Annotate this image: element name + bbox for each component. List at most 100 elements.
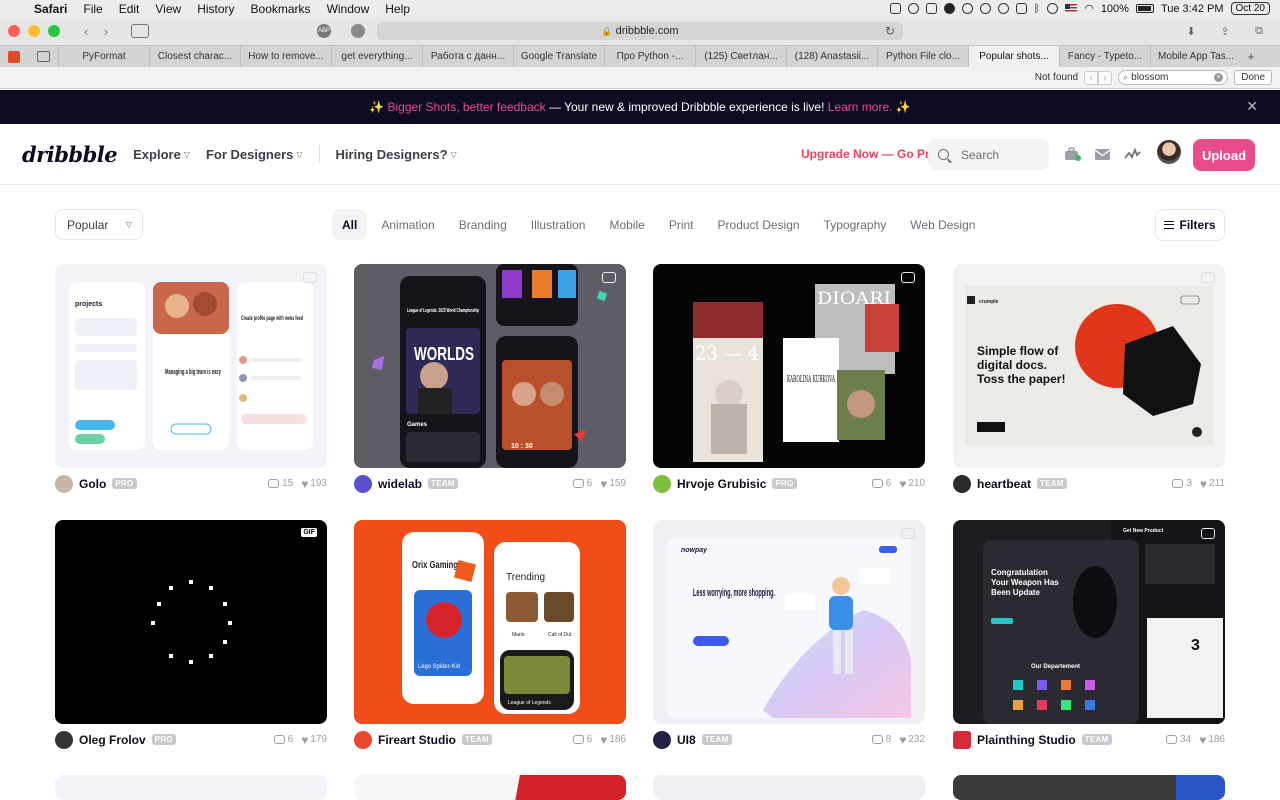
browser-tab[interactable]: Mobile App Tas...	[1150, 46, 1241, 67]
author-avatar[interactable]	[354, 474, 372, 493]
menu-edit[interactable]: Edit	[111, 2, 148, 16]
shot-thumbnail[interactable]	[354, 775, 626, 800]
sort-select[interactable]: Popular ▽	[55, 209, 143, 240]
shot-card[interactable]: crumple Simple flow of digital docs. Tos…	[953, 264, 1225, 499]
wifi-icon[interactable]: ◠	[1084, 2, 1094, 15]
find-clear-icon[interactable]: ×	[1214, 73, 1224, 82]
shot-card[interactable]: GIF Oleg Frolov PRO 6 ♥ 179	[55, 520, 327, 755]
status-app-icon[interactable]	[889, 3, 901, 14]
heart-icon[interactable]: ♥	[1199, 733, 1206, 747]
status-sync-icon[interactable]	[907, 3, 919, 14]
mail-icon[interactable]	[1094, 147, 1111, 161]
status-display-icon[interactable]	[1015, 3, 1027, 14]
menu-view[interactable]: View	[147, 2, 189, 16]
browser-tab[interactable]: Python File clo...	[877, 46, 968, 67]
window-close-button[interactable]	[8, 25, 20, 37]
shot-thumbnail[interactable]: crumple Simple flow of digital docs. Tos…	[953, 264, 1225, 468]
find-input[interactable]: ⌕ blossom ×	[1118, 70, 1229, 85]
browser-tab[interactable]: PyFormat	[58, 46, 149, 67]
reload-icon[interactable]: ↻	[885, 24, 895, 38]
author-avatar[interactable]	[653, 474, 671, 493]
shot-thumbnail[interactable]	[653, 775, 925, 800]
find-done-button[interactable]: Done	[1234, 70, 1272, 85]
browser-tab[interactable]: Про Python -...	[604, 46, 695, 67]
shot-card[interactable]	[953, 775, 1225, 800]
activity-icon[interactable]	[1124, 147, 1141, 161]
back-button[interactable]: ‹	[76, 22, 96, 40]
search-input[interactable]: Search	[928, 139, 1049, 170]
category-animation[interactable]: Animation	[371, 209, 444, 240]
find-next-button[interactable]: ›	[1098, 70, 1113, 85]
heart-icon[interactable]: ♥	[600, 733, 607, 747]
shot-thumbnail[interactable]: GIF	[55, 520, 327, 724]
banner-close-icon[interactable]: ✕	[1246, 98, 1258, 115]
user-avatar[interactable]	[1157, 140, 1181, 164]
banner-learn-more-link[interactable]: Learn more.	[828, 100, 893, 114]
grammarly-extension-button[interactable]	[347, 22, 369, 40]
author-avatar[interactable]	[55, 730, 73, 749]
category-typography[interactable]: Typography	[814, 209, 897, 240]
pinned-tab-icon[interactable]	[8, 50, 21, 63]
shot-card[interactable]	[354, 775, 626, 800]
browser-tab-active[interactable]: Popular shots...	[968, 46, 1059, 67]
category-branding[interactable]: Branding	[449, 209, 517, 240]
shot-card[interactable]: League of Legends: 2020 World Championsh…	[354, 264, 626, 499]
nav-for-designers[interactable]: For Designers ▽	[206, 147, 303, 162]
heart-icon[interactable]: ♥	[899, 733, 906, 747]
forward-button[interactable]: ›	[96, 22, 116, 40]
status-telegram-icon[interactable]	[943, 3, 955, 14]
menubar-clock[interactable]: Tue 3:42 PM	[1161, 3, 1224, 15]
shot-card[interactable]: nowpay Less worrying, more shopping. UI8…	[653, 520, 925, 755]
author-name[interactable]: Oleg Frolov	[79, 733, 146, 747]
reading-list-icon[interactable]	[36, 51, 50, 62]
briefcase-icon[interactable]	[1064, 147, 1081, 161]
heart-icon[interactable]: ♥	[1200, 477, 1207, 491]
category-web-design[interactable]: Web Design	[900, 209, 985, 240]
shot-thumbnail[interactable]: nowpay Less worrying, more shopping.	[653, 520, 925, 724]
find-previous-button[interactable]: ‹	[1084, 70, 1099, 85]
author-name[interactable]: heartbeat	[977, 477, 1031, 491]
heart-icon[interactable]: ♥	[600, 477, 607, 491]
date-badge[interactable]: Oct 20	[1230, 2, 1270, 15]
menu-file[interactable]: File	[75, 2, 110, 16]
category-mobile[interactable]: Mobile	[599, 209, 654, 240]
bluetooth-icon[interactable]: ᛒ	[1034, 3, 1041, 15]
author-avatar[interactable]	[953, 730, 971, 749]
browser-tab[interactable]: get everything...	[331, 46, 422, 67]
address-bar[interactable]: 🔒 dribbble.com ↻	[377, 22, 903, 40]
category-product-design[interactable]: Product Design	[708, 209, 810, 240]
nav-hiring-designers[interactable]: Hiring Designers? ▽	[336, 147, 457, 162]
menu-history[interactable]: History	[189, 2, 242, 16]
author-name[interactable]: Plainthing Studio	[977, 733, 1076, 747]
browser-tab[interactable]: (128) Anastasii...	[786, 46, 877, 67]
shot-thumbnail[interactable]: projects Managing a big team is easy Cre…	[55, 264, 327, 468]
upgrade-pro-link[interactable]: Upgrade Now — Go Pro	[801, 147, 937, 161]
shot-card[interactable]: 23 — 4 DIOARI KAROLINA KURKOVA Hrvoje Gr…	[653, 264, 925, 499]
shot-card[interactable]	[55, 775, 327, 800]
shot-thumbnail[interactable]: Get New Product 3 Congratulation Your We…	[953, 520, 1225, 724]
time-machine-icon[interactable]	[1047, 3, 1059, 14]
menu-help[interactable]: Help	[377, 2, 418, 16]
browser-tab[interactable]: Работа с данн...	[422, 46, 513, 67]
adblock-extension-button[interactable]: ABP	[313, 22, 335, 40]
browser-tab[interactable]: Google Translate	[513, 46, 604, 67]
window-zoom-button[interactable]	[48, 25, 60, 37]
shot-thumbnail[interactable]	[55, 775, 327, 800]
shot-card[interactable]: projects Managing a big team is easy Cre…	[55, 264, 327, 499]
heart-icon[interactable]: ♥	[301, 477, 308, 491]
shot-thumbnail[interactable]	[953, 775, 1225, 800]
author-name[interactable]: Fireart Studio	[378, 733, 456, 747]
status-pixel-icon[interactable]	[961, 3, 973, 14]
browser-tab[interactable]: Closest charac...	[149, 46, 240, 67]
browser-tab[interactable]: Fancy - Typeto...	[1059, 46, 1150, 67]
author-name[interactable]: widelab	[378, 477, 422, 491]
menu-window[interactable]: Window	[319, 2, 378, 16]
new-tab-button[interactable]: +	[1241, 49, 1261, 64]
category-print[interactable]: Print	[659, 209, 704, 240]
category-all[interactable]: All	[332, 209, 368, 240]
nav-explore[interactable]: Explore ▽	[133, 147, 190, 162]
heart-icon[interactable]: ♥	[899, 477, 906, 491]
author-avatar[interactable]	[653, 730, 671, 749]
upload-button[interactable]: Upload	[1193, 139, 1255, 171]
tab-overview-button[interactable]: ⧉	[1246, 22, 1272, 40]
